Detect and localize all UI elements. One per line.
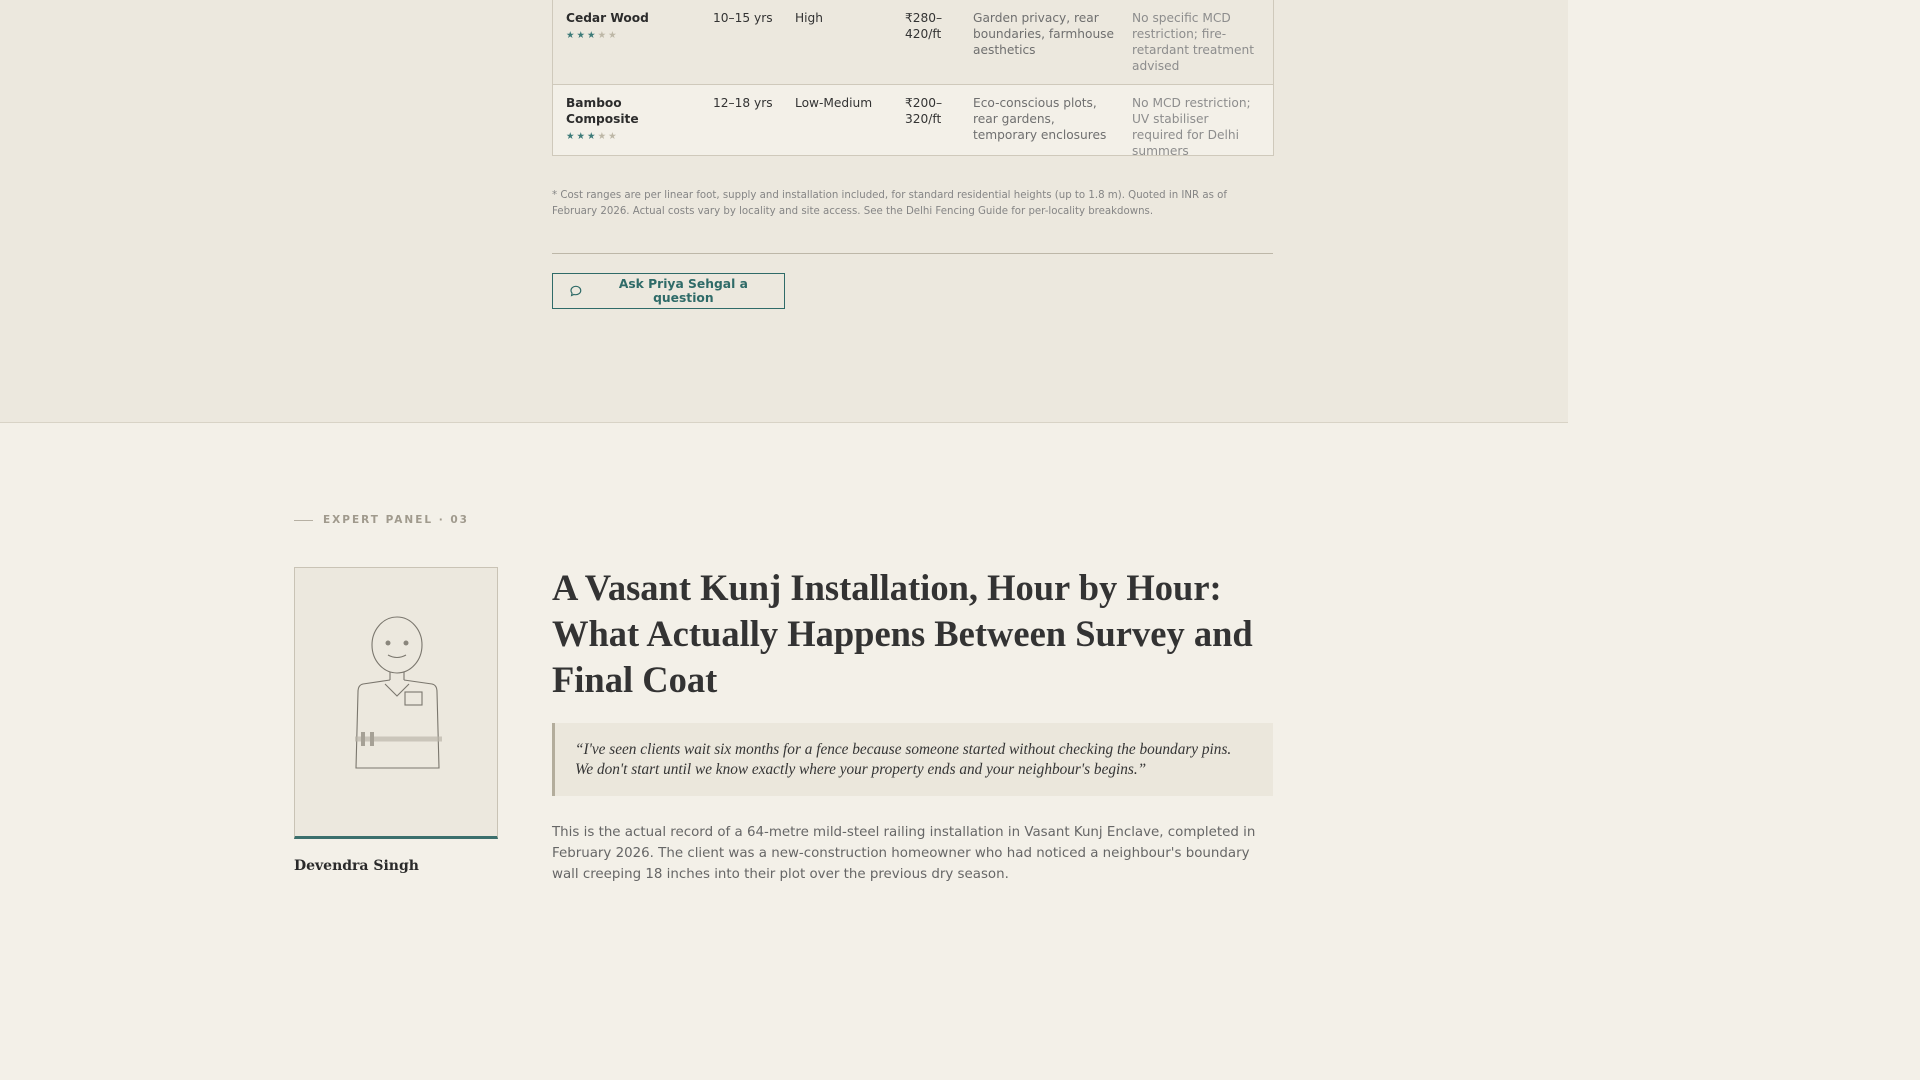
material-name: Bamboo Composite ★★★★★ [566,95,696,145]
expert-quote: “I've seen clients wait six months for a… [552,723,1273,796]
rating-filled: ★★★ [566,30,598,41]
eyebrow-text: EXPERT PANEL · 03 [323,514,469,526]
cost-footnote: * Cost ranges are per linear foot, suppl… [552,190,1227,217]
rating-empty: ★★ [597,30,619,41]
material-comparison-table: Cedar Wood ★★★★★ 10–15 yrs High ₹280–420… [552,0,1274,158]
rating-empty: ★★ [597,131,619,142]
expert-portrait [294,567,498,839]
regulation-cell: No MCD restriction; UV stabiliser requir… [1132,96,1251,158]
eyebrow-rule [294,519,313,521]
lifespan-cell: 12–18 yrs [713,96,773,110]
best-for-cell: Eco-conscious plots, rear gardens, tempo… [973,96,1107,142]
best-for-cell: Garden privacy, rear boundaries, farmhou… [973,11,1115,57]
material-name-text: Bamboo Composite [566,96,639,126]
section-divider [552,253,1273,254]
cost-cell: ₹280–420/ft [905,11,943,41]
material-name: Cedar Wood ★★★★★ [566,10,696,44]
material-name-text: Cedar Wood [566,11,649,25]
maintenance-cell: Low-Medium [795,96,873,110]
ask-expert-label: Ask Priya Sehgal a question [618,277,748,305]
cost-cell: ₹200–320/ft [905,96,943,126]
expert-name: Devendra Singh [294,858,419,874]
article-body: This is the actual record of a 64-metre … [552,825,1256,882]
lifespan-cell: 10–15 yrs [713,11,773,25]
rating-stars: ★★★★★ [566,129,696,145]
expert-illustration [355,616,442,769]
rating-stars: ★★★★★ [566,28,696,44]
article-headline: A Vasant Kunj Installation, Hour by Hour… [552,567,1253,700]
table-row: Bamboo Composite ★★★★★ 12–18 yrs Low-Med… [553,85,1273,158]
rating-filled: ★★★ [566,131,598,142]
chat-bubble-icon [570,285,582,297]
section-eyebrow: EXPERT PANEL · 03 [294,514,469,526]
ask-expert-button[interactable]: Ask Priya Sehgal a question [552,273,785,309]
comparison-section: Cedar Wood ★★★★★ 10–15 yrs High ₹280–420… [0,0,1568,423]
maintenance-cell: High [795,11,824,25]
table-row: Cedar Wood ★★★★★ 10–15 yrs High ₹280–420… [553,0,1273,85]
regulation-cell: No specific MCD restriction; fire-retard… [1132,11,1255,73]
